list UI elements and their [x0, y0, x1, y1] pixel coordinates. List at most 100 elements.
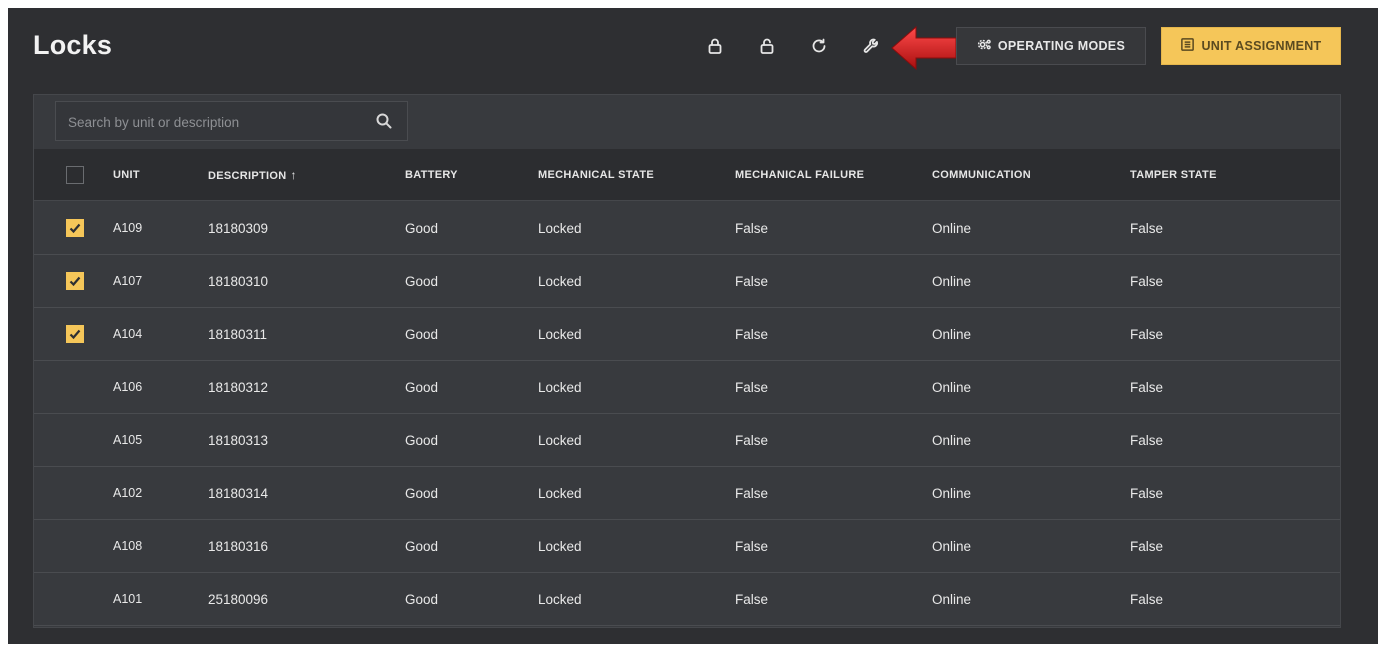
row-checkbox[interactable]	[66, 325, 84, 343]
sort-ascending-icon: ↑	[290, 168, 297, 182]
cell-mechanical-state: Locked	[538, 221, 582, 236]
lock-button[interactable]	[703, 36, 727, 60]
operating-modes-button[interactable]: OPERATING MODES	[956, 27, 1146, 65]
cell-communication: Online	[932, 221, 972, 236]
settings-button[interactable]	[859, 36, 883, 60]
table-row[interactable]: A102 18180314 Good Locked False Online False	[34, 467, 1340, 520]
cell-tamper-state: False	[1130, 327, 1164, 342]
cell-mechanical-state: Locked	[538, 539, 582, 554]
page-title: Locks	[33, 30, 113, 60]
cell-mechanical-failure: False	[735, 274, 769, 289]
column-header-communication[interactable]: COMMUNICATION	[932, 149, 1031, 201]
column-header-battery[interactable]: BATTERY	[405, 149, 458, 201]
cell-description: 18180313	[208, 433, 269, 448]
cell-communication: Online	[932, 592, 972, 607]
column-header-tamper-state[interactable]: TAMPER STATE	[1130, 149, 1217, 201]
cell-unit: A101	[113, 592, 143, 606]
cell-mechanical-failure: False	[735, 380, 769, 395]
cell-mechanical-state: Locked	[538, 327, 582, 342]
locks-page: Locks OPERATING MODES UNIT ASSIGNMENT Se…	[8, 8, 1378, 644]
cell-tamper-state: False	[1130, 539, 1164, 554]
search-input[interactable]	[56, 102, 370, 142]
cell-mechanical-failure: False	[735, 433, 769, 448]
cell-battery: Good	[405, 486, 439, 501]
cell-tamper-state: False	[1130, 592, 1164, 607]
cell-tamper-state: False	[1130, 433, 1164, 448]
wrench-icon	[862, 37, 880, 60]
cell-battery: Good	[405, 433, 439, 448]
cell-description: 18180312	[208, 380, 269, 395]
cell-communication: Online	[932, 486, 972, 501]
cell-mechanical-failure: False	[735, 539, 769, 554]
cell-mechanical-state: Locked	[538, 380, 582, 395]
cell-description: 18180309	[208, 221, 269, 236]
refresh-icon	[810, 37, 828, 60]
cell-description: 18180311	[208, 327, 268, 342]
cell-description: 25180096	[208, 592, 269, 607]
cell-mechanical-state: Locked	[538, 486, 582, 501]
cell-mechanical-state: Locked	[538, 592, 582, 607]
list-icon	[1180, 37, 1195, 55]
column-header-mechanical-failure[interactable]: MECHANICAL FAILURE	[735, 149, 864, 201]
search-box	[55, 101, 408, 142]
cell-tamper-state: False	[1130, 221, 1164, 236]
cell-unit: A109	[113, 221, 143, 235]
cell-unit: A107	[113, 274, 143, 288]
cell-description: 18180314	[208, 486, 269, 501]
column-header-unit[interactable]: UNIT	[113, 149, 140, 201]
refresh-button[interactable]	[807, 36, 831, 60]
cell-mechanical-failure: False	[735, 221, 769, 236]
cell-mechanical-state: Locked	[538, 433, 582, 448]
cell-communication: Online	[932, 274, 972, 289]
lock-icon	[706, 37, 724, 60]
cell-description: 18180316	[208, 539, 269, 554]
cell-communication: Online	[932, 539, 972, 554]
unit-assignment-label: UNIT ASSIGNMENT	[1201, 39, 1322, 53]
cell-unit: A104	[113, 327, 143, 341]
cell-tamper-state: False	[1130, 380, 1164, 395]
cell-mechanical-failure: False	[735, 592, 769, 607]
cell-communication: Online	[932, 327, 972, 342]
table-row[interactable]: A109 18180309 Good Locked False Online False	[34, 202, 1340, 255]
column-header-mechanical-state[interactable]: MECHANICAL STATE	[538, 149, 654, 201]
table-row[interactable]: A106 18180312 Good Locked False Online False	[34, 361, 1340, 414]
cell-mechanical-failure: False	[735, 327, 769, 342]
column-header-description[interactable]: DESCRIPTION ↑	[208, 149, 297, 201]
cell-unit: A106	[113, 380, 143, 394]
unit-assignment-button[interactable]: UNIT ASSIGNMENT	[1161, 27, 1341, 65]
operating-modes-label: OPERATING MODES	[997, 39, 1126, 53]
row-checkbox[interactable]	[66, 272, 84, 290]
locks-table-panel: UNIT DESCRIPTION↑ BATTERY MECHANICAL STA…	[33, 94, 1341, 628]
cell-communication: Online	[932, 433, 972, 448]
table-row[interactable]: A107 18180310 Good Locked False Online False	[34, 255, 1340, 308]
cell-communication: Online	[932, 380, 972, 395]
cell-battery: Good	[405, 380, 439, 395]
select-all-checkbox[interactable]	[66, 166, 84, 184]
table-row[interactable]: A104 18180311 Good Locked False Online False	[34, 308, 1340, 361]
table-row[interactable]: A101 25180096 Good Locked False Online False	[34, 573, 1340, 626]
checkmark-icon	[69, 223, 81, 234]
cell-battery: Good	[405, 539, 439, 554]
table-row[interactable]: A105 18180313 Good Locked False Online False	[34, 414, 1340, 467]
cell-battery: Good	[405, 274, 439, 289]
cell-battery: Good	[405, 327, 439, 342]
cell-mechanical-failure: False	[735, 486, 769, 501]
unlock-icon	[758, 37, 776, 60]
search-icon[interactable]	[375, 112, 393, 130]
row-checkbox[interactable]	[66, 219, 84, 237]
cell-battery: Good	[405, 592, 439, 607]
cell-description: 18180310	[208, 274, 269, 289]
checkmark-icon	[69, 329, 81, 340]
cell-unit: A108	[113, 539, 143, 553]
table-header: UNIT DESCRIPTION ↑ BATTERY MECHANICAL STA…	[34, 149, 1340, 201]
cell-battery: Good	[405, 221, 439, 236]
cell-tamper-state: False	[1130, 274, 1164, 289]
unlock-button[interactable]	[755, 36, 779, 60]
annotation-arrow-icon	[891, 25, 957, 71]
checkmark-icon	[69, 276, 81, 287]
cell-unit: A102	[113, 486, 143, 500]
cell-unit: A105	[113, 433, 143, 447]
cell-mechanical-state: Locked	[538, 274, 582, 289]
table-row[interactable]: A108 18180316 Good Locked False Online False	[34, 520, 1340, 573]
gears-icon	[977, 37, 992, 55]
